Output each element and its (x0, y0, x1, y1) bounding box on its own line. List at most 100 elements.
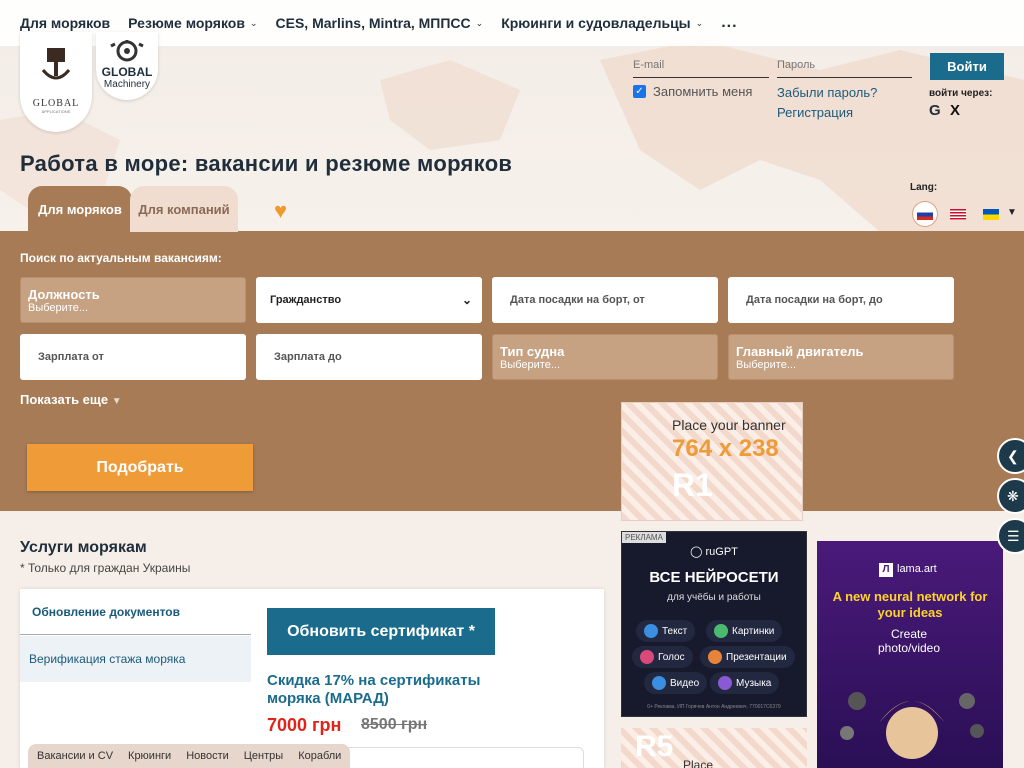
lama-logo-icon: Л (879, 563, 893, 577)
date-from-field[interactable]: Дата посадки на борт, от (492, 277, 718, 323)
tab-experience-verification[interactable]: Верификация стажа моряка (20, 636, 251, 682)
ad-pill-presentations: Презентации (700, 646, 795, 668)
login-via-label: войти через: (929, 88, 993, 99)
lang-label: Lang: (910, 182, 938, 193)
pill-label: Голос (658, 651, 685, 663)
bottom-tab-vacancies[interactable]: Вакансии и CV (37, 750, 113, 762)
ad-subheadline: Create photo/video (877, 627, 941, 655)
ad-brand: Лlama.art (879, 563, 937, 577)
banner-r5[interactable]: R5 Place (621, 728, 807, 768)
logo-title: GLOBAL (101, 65, 153, 79)
citizenship-select[interactable]: Гражданство ⌄ (256, 277, 482, 323)
chevron-down-icon: ⌄ (475, 17, 484, 28)
field-title: Главный двигатель (736, 343, 864, 359)
pill-label: Картинки (732, 625, 775, 637)
login-button[interactable]: Войти (930, 53, 1004, 80)
salary-to-field[interactable]: Зарплата до (256, 334, 482, 380)
nav-item-seafarer-resumes[interactable]: Резюме моряков ⌄ (128, 15, 257, 31)
nav-item-crewing[interactable]: Крюинги и судовладельцы ⌄ (501, 15, 703, 31)
field-title: Тип судна (500, 343, 565, 359)
services-note: * Только для граждан Украины (20, 561, 191, 575)
ad-headline: ВСЕ НЕЙРОСЕТИ (649, 569, 779, 586)
ad-portrait-image (840, 692, 984, 759)
bottom-tab-centers[interactable]: Центры (244, 750, 283, 762)
page-title: Работа в море: вакансии и резюме моряков (20, 151, 513, 176)
search-submit-button[interactable]: Подобрать (27, 444, 253, 491)
show-more-link[interactable]: Показать еще ▼ (20, 392, 122, 407)
nav-more-menu[interactable]: ... (721, 14, 737, 32)
banner-size-text: 764 x 238 (672, 435, 779, 462)
show-more-label: Показать еще (20, 392, 109, 407)
vessel-type-select[interactable]: Тип судна Выберите... (492, 334, 718, 380)
update-certificate-button[interactable]: Обновить сертификат * (267, 608, 495, 655)
nav-label: Резюме моряков (128, 15, 245, 31)
checkbox-checked-icon[interactable]: ✓ (633, 85, 646, 98)
field-title: Должность (28, 286, 100, 302)
ad-rugpt[interactable]: РЕКЛАМА ◯ ruGPT ВСЕ НЕЙРОСЕТИ для учёбы … (621, 531, 807, 717)
ad-subheadline: для учёбы и работы (667, 592, 761, 603)
favorites-heart-icon[interactable]: ♥ (274, 198, 287, 224)
pill-label: Музыка (736, 677, 772, 689)
logo-subtitle: Machinery (103, 79, 151, 90)
google-icon[interactable]: G (929, 102, 941, 119)
nav-item-for-seafarers[interactable]: Для моряков (20, 15, 110, 31)
nav-label: Для моряков (20, 15, 111, 31)
presentation-icon (708, 650, 722, 664)
nav-item-ces-marlins[interactable]: CES, Marlins, Mintra, МППСС ⌄ (276, 15, 484, 31)
logo-subtitle: APPLICATIONS (41, 109, 71, 114)
promo-text: Скидка 17% на сертификаты моряка (МАРАД) (267, 672, 481, 707)
ad-pill-music: Музыка (710, 672, 780, 694)
email-field-wrap (633, 52, 769, 78)
chevron-down-icon: ⌄ (695, 17, 704, 28)
ad-pill-video: Видео (644, 672, 708, 694)
bottom-tab-crewing[interactable]: Крюинги (128, 750, 171, 762)
ad-brand-text: lama.art (897, 563, 937, 575)
old-price: 8500 грн (361, 716, 428, 733)
caret-down-icon[interactable]: ▼ (1007, 207, 1017, 218)
remember-me[interactable]: ✓ Запомнить меня (633, 84, 752, 99)
field-value: Гражданство (270, 294, 342, 306)
image-icon (714, 624, 728, 638)
password-field[interactable] (777, 52, 912, 78)
global-machinery-logo[interactable]: GLOBAL Machinery (96, 32, 158, 100)
global-applications-logo[interactable]: GLOBAL APPLICATIONS (20, 32, 92, 132)
field-value: Выберите... (736, 358, 797, 371)
date-to-field[interactable]: Дата посадки на борт, до (728, 277, 954, 323)
usa-flag-icon[interactable] (946, 202, 970, 226)
bottom-tab-bar: Вакансии и CV Крюинги Новости Центры Кор… (28, 744, 351, 768)
position-select[interactable]: Должность Выберите... (20, 277, 246, 323)
gear-icon (110, 40, 144, 62)
pill-label: Текст (662, 625, 688, 637)
bottom-tab-news[interactable]: Новости (186, 750, 229, 762)
pill-label: Видео (670, 677, 700, 689)
rugpt-logo-icon: ◯ (690, 546, 706, 558)
register-link[interactable]: Регистрация (777, 105, 853, 120)
field-value: Выберите... (500, 358, 561, 371)
russia-flag-icon[interactable] (913, 202, 937, 226)
x-icon[interactable]: X (950, 102, 960, 119)
forgot-password-link[interactable]: Забыли пароль? (777, 85, 877, 100)
bottom-tab-ships[interactable]: Корабли (298, 750, 341, 762)
main-engine-select[interactable]: Главный двигатель Выберите... (728, 334, 954, 380)
ukraine-flag-icon[interactable] (979, 202, 1003, 226)
salary-from-field[interactable]: Зарплата от (20, 334, 246, 380)
remember-label: Запомнить меня (653, 84, 753, 99)
pill-label: Презентации (726, 651, 787, 663)
tab-document-update[interactable]: Обновление документов (20, 589, 251, 635)
ad-lama-art[interactable]: Лlama.art A new neural network for your … (817, 541, 1003, 768)
nav-label: CES, Marlins, Mintra, МППСС (275, 15, 471, 31)
tab-for-companies[interactable]: Для компаний (130, 186, 238, 232)
ad-headline: A new neural network for your ideas (832, 589, 988, 620)
chevron-down-icon: ⌄ (249, 17, 258, 28)
ad-brand: ◯ ruGPT (622, 545, 806, 558)
ad-pill-text: Текст (636, 620, 696, 642)
password-field-wrap (777, 52, 912, 78)
anchor-icon (41, 48, 71, 80)
banner-code-text: R5 (635, 730, 674, 763)
banner-r1[interactable]: Place your banner 764 x 238 R1 (621, 402, 803, 521)
email-field[interactable] (633, 52, 769, 78)
search-label: Поиск по актуальным вакансиям: (20, 251, 222, 265)
ad-fineprint: 0+ Реклама. ИП Горячев Антон Андреевич. … (647, 704, 781, 710)
tab-for-seafarers[interactable]: Для моряков (28, 186, 132, 232)
banner-place-text: Place (683, 758, 714, 768)
